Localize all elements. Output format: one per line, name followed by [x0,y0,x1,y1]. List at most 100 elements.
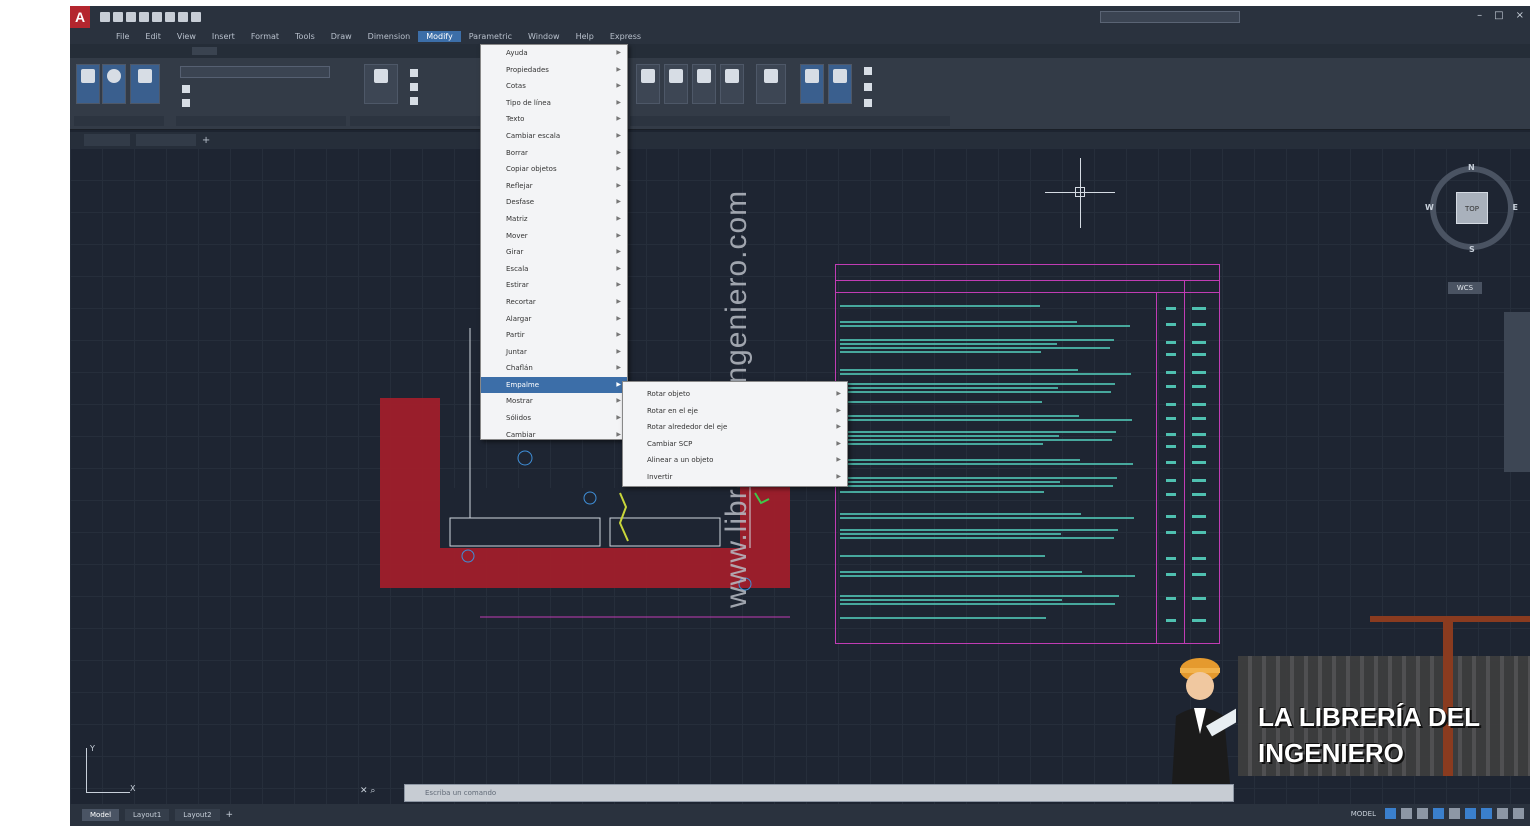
ribbon-tab-active[interactable] [192,47,218,55]
menu-item[interactable]: Empalme ▶ [481,376,627,394]
snap-icon[interactable] [1401,808,1412,819]
ribbon-tab[interactable] [103,47,128,55]
menu-item[interactable]: File [108,31,137,42]
viewcube-button[interactable] [102,64,126,104]
join-viewports-row[interactable] [410,82,418,92]
tile-vertically-row[interactable] [864,82,872,92]
cascade-row[interactable] [864,98,872,108]
add-layout-icon[interactable]: + [226,810,234,820]
submenu-item[interactable]: Cambiar SCP ▶ [623,436,847,453]
submenu-item[interactable]: Alinear a un objeto ▶ [623,452,847,469]
menu-item[interactable]: Sólidos ▶ [481,410,627,427]
save-as-icon[interactable] [139,12,149,22]
menu-item[interactable]: Window [520,31,568,42]
menu-item[interactable]: Cambiar escala ▶ [481,128,627,145]
drawing-tab[interactable] [136,134,196,146]
command-line-input[interactable]: Escriba un comando [404,784,1234,802]
compass-east[interactable]: E [1513,203,1518,212]
menu-item[interactable]: Propiedades ▶ [481,62,627,79]
restore-viewports-row[interactable] [410,96,418,106]
menu-item[interactable]: Estirar ▶ [481,277,627,294]
polar-icon[interactable] [1433,808,1444,819]
layout-tabs-button[interactable] [828,64,852,104]
menu-item[interactable]: Ayuda ▶ [481,45,627,62]
tool-palettes-button[interactable] [636,64,660,104]
new-icon[interactable] [100,12,110,22]
menu-item[interactable]: Mostrar ▶ [481,393,627,410]
menu-item[interactable]: Draw [323,31,360,42]
ortho-icon[interactable] [1417,808,1428,819]
layout-tab-model[interactable]: Model [82,809,120,821]
menu-item[interactable]: Texto ▶ [481,111,627,128]
layer-button[interactable] [720,64,744,104]
autocad-logo-icon[interactable]: A [70,6,90,28]
undo-icon[interactable] [165,12,175,22]
navigation-bar[interactable] [1504,312,1530,472]
menu-item[interactable]: Borrar ▶ [481,145,627,162]
navigation-bar-button[interactable] [130,64,160,104]
viewcube[interactable]: TOP N S E W [1425,163,1518,254]
command-line-icon[interactable]: ✕ ⌕ [360,786,375,796]
model-space-label[interactable]: MODEL [1351,810,1376,818]
new-view-row[interactable] [182,84,190,94]
menu-item[interactable]: Juntar ▶ [481,344,627,361]
submenu-item[interactable]: Rotar en el eje ▶ [623,403,847,420]
menu-item[interactable]: Tipo de línea ▶ [481,95,627,112]
maximize-icon[interactable]: □ [1494,10,1503,21]
sheet-set-button[interactable] [692,64,716,104]
menu-item[interactable]: Help [568,31,602,42]
menu-item[interactable]: Recortar ▶ [481,294,627,311]
properties-button[interactable] [664,64,688,104]
menu-item[interactable]: View [169,31,204,42]
menu-item[interactable]: Desfase ▶ [481,194,627,211]
menu-item[interactable]: Matriz ▶ [481,211,627,228]
menu-item[interactable]: Chaflán ▶ [481,360,627,377]
submenu-item[interactable]: Rotar alrededor del eje ▶ [623,419,847,436]
minimize-icon[interactable]: – [1477,10,1482,21]
save-icon[interactable] [126,12,136,22]
open-icon[interactable] [113,12,123,22]
viewport-configuration-button[interactable] [364,64,398,104]
layout-tab-layout1[interactable]: Layout1 [125,809,170,821]
isodraft-icon[interactable] [1449,808,1460,819]
start-tab[interactable] [84,134,131,146]
ribbon-tab[interactable] [217,47,244,55]
menu-item[interactable]: Reflejar ▶ [481,178,627,195]
ribbon-tab[interactable] [160,47,192,55]
ribbon-tab[interactable] [245,47,272,55]
share-icon[interactable] [191,12,201,22]
redo-icon[interactable] [178,12,188,22]
close-icon[interactable]: × [1516,10,1524,21]
ribbon-tab[interactable] [76,47,103,55]
help-search-input[interactable] [1100,11,1240,23]
ucs-icon-button[interactable] [76,64,100,104]
ribbon-tab[interactable] [272,47,302,55]
switch-windows-button[interactable] [756,64,786,104]
menu-item[interactable]: Cotas ▶ [481,78,627,95]
menu-item[interactable]: Girar ▶ [481,244,627,261]
named-viewports-row[interactable] [410,68,418,78]
menu-item[interactable]: Parametric [461,31,520,42]
menu-item[interactable]: Escala ▶ [481,261,627,278]
ribbon-tab[interactable] [129,47,161,55]
menu-item[interactable]: Edit [137,31,169,42]
menu-item[interactable]: Insert [204,31,243,42]
compass-south[interactable]: S [1469,245,1475,254]
menu-item[interactable]: Mover ▶ [481,228,627,245]
compass-north[interactable]: N [1468,163,1475,172]
menu-item[interactable]: Express [602,31,649,42]
menu-item[interactable]: Format [243,31,287,42]
menu-item[interactable]: Cambiar ▶ [481,427,627,444]
osnap-icon[interactable] [1465,808,1476,819]
new-tab-icon[interactable]: + [202,135,210,146]
menu-item[interactable]: Copiar objetos ▶ [481,161,627,178]
view-dropdown[interactable] [180,66,330,78]
compass-west[interactable]: W [1425,203,1434,212]
menu-item[interactable]: Alargar ▶ [481,311,627,328]
layout-tab-layout2[interactable]: Layout2 [175,809,220,821]
menu-item[interactable]: Dimension [360,31,419,42]
customize-icon[interactable] [1513,808,1524,819]
menu-item[interactable]: Tools [287,31,323,42]
plot-icon[interactable] [152,12,162,22]
viewcube-face[interactable]: TOP [1456,192,1488,224]
